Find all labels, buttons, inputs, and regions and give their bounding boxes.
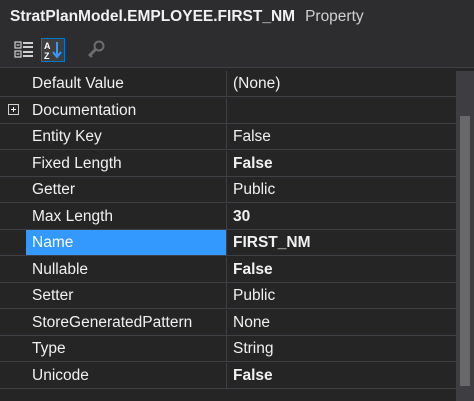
property-row-unicode[interactable]: Unicode False: [0, 362, 456, 389]
property-value[interactable]: String: [226, 336, 456, 361]
property-value[interactable]: [226, 97, 456, 123]
property-name: Fixed Length: [32, 154, 122, 172]
alphabetical-sort-icon: A Z: [44, 41, 62, 61]
property-name: Name: [26, 230, 226, 255]
scrollbar-thumb[interactable]: [460, 116, 470, 386]
property-value[interactable]: False: [226, 362, 456, 388]
row-gutter: [0, 363, 26, 388]
vertical-scrollbar[interactable]: [456, 71, 474, 401]
property-name: Entity Key: [32, 128, 102, 145]
property-row-nullable[interactable]: Nullable False: [0, 256, 456, 283]
property-row-documentation[interactable]: Documentation: [0, 97, 456, 124]
row-gutter: [0, 151, 26, 176]
alphabetical-button[interactable]: A Z: [41, 38, 65, 62]
svg-text:Z: Z: [44, 51, 50, 61]
property-name: Default Value: [32, 75, 124, 92]
property-value[interactable]: FIRST_NM: [226, 230, 456, 255]
row-gutter: [0, 177, 26, 202]
svg-text:A: A: [44, 41, 51, 51]
property-name: Nullable: [32, 260, 89, 278]
property-name: StoreGeneratedPattern: [32, 313, 193, 331]
property-row-setter[interactable]: Setter Public: [0, 283, 456, 309]
property-row-fixed-length[interactable]: Fixed Length False: [0, 150, 456, 177]
property-grid: Default Value (None) Documentation Entit…: [0, 71, 474, 401]
categorized-button[interactable]: [12, 38, 36, 62]
property-value[interactable]: False: [226, 150, 456, 176]
property-value[interactable]: Public: [226, 177, 456, 202]
property-window-header: StratPlanModel.EMPLOYEE.FIRST_NM Propert…: [0, 0, 474, 34]
property-name: Max Length: [32, 207, 113, 225]
row-gutter: [0, 204, 26, 229]
property-row-entity-key[interactable]: Entity Key False: [0, 124, 456, 150]
row-gutter: [0, 283, 26, 308]
property-row-getter[interactable]: Getter Public: [0, 177, 456, 203]
row-gutter: [0, 336, 26, 361]
property-value[interactable]: None: [226, 309, 456, 335]
row-gutter: [0, 310, 26, 335]
property-pages-button[interactable]: [84, 38, 108, 62]
object-type: Property: [305, 8, 364, 25]
property-value[interactable]: (None): [226, 71, 456, 96]
property-value[interactable]: Public: [226, 283, 456, 308]
property-row-max-length[interactable]: Max Length 30: [0, 203, 456, 230]
property-name: Getter: [32, 181, 76, 198]
expand-plus-icon[interactable]: [8, 103, 19, 115]
property-value[interactable]: 30: [226, 203, 456, 229]
property-row-store-generated-pattern[interactable]: StoreGeneratedPattern None: [0, 309, 456, 336]
property-toolbar: A Z: [0, 34, 474, 68]
property-name: Documentation: [32, 101, 137, 119]
object-name: StratPlanModel.EMPLOYEE.FIRST_NM: [10, 8, 296, 25]
row-gutter: [0, 230, 26, 255]
row-gutter: [0, 71, 26, 96]
row-gutter: [0, 124, 26, 149]
row-gutter: [0, 98, 26, 123]
property-row-type[interactable]: Type String: [0, 336, 456, 362]
property-value[interactable]: False: [226, 124, 456, 149]
property-row-default-value[interactable]: Default Value (None): [0, 71, 456, 97]
categorized-icon: [14, 41, 33, 58]
row-gutter: [0, 257, 26, 282]
property-pages-icon: [87, 40, 105, 58]
property-value[interactable]: False: [226, 256, 456, 282]
property-name: Unicode: [32, 366, 89, 384]
property-row-name[interactable]: Name FIRST_NM: [0, 230, 456, 256]
property-name: Type: [32, 340, 66, 357]
property-name: Setter: [32, 287, 74, 304]
